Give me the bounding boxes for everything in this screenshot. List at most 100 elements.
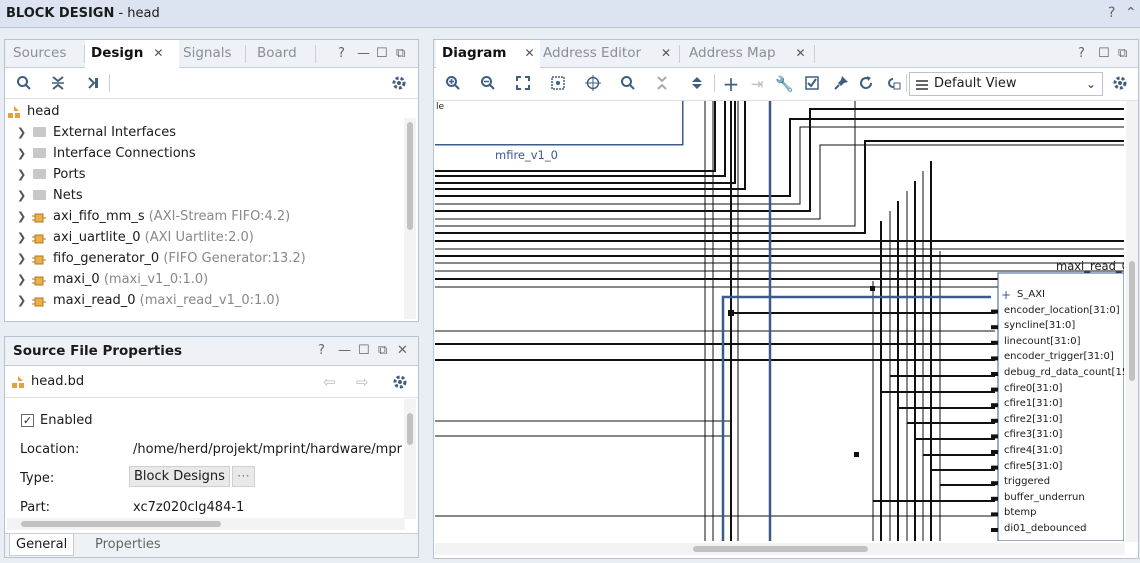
chevron-right-icon[interactable]: ❯ (17, 122, 26, 143)
port-pin (991, 512, 998, 517)
port-label[interactable]: cfire2[31:0] (1004, 414, 1062, 425)
tab-diagram[interactable]: Diagram ✕ (436, 40, 540, 68)
expand-icon[interactable] (688, 75, 706, 93)
chevron-right-icon[interactable]: ❯ (17, 248, 26, 269)
tab-sources[interactable]: Sources (7, 40, 66, 68)
zoom-out-icon[interactable] (479, 75, 497, 93)
chevron-right-icon[interactable]: ❯ (17, 269, 26, 290)
port-label[interactable]: S_AXI (1017, 289, 1045, 300)
tree-root[interactable]: head (5, 101, 404, 122)
design-tree: head ❯ External Interfaces ❯ Interface Conn… (5, 100, 404, 358)
mfire-block-label: mfire_v1_0 (495, 148, 558, 162)
close-icon[interactable]: ✕ (153, 46, 163, 60)
chevron-right-icon[interactable]: ❯ (17, 206, 26, 227)
tab-address-map[interactable]: Address Map ✕ (683, 40, 806, 68)
tab-signals[interactable]: Signals (177, 40, 232, 68)
pin-icon[interactable] (832, 75, 850, 93)
chevron-right-icon[interactable]: ❯ (17, 185, 26, 206)
target-icon[interactable] (584, 75, 602, 93)
collapse-icon[interactable] (653, 75, 671, 93)
restore-icon[interactable]: ☐ (376, 46, 388, 61)
tab-general[interactable]: General (9, 534, 75, 556)
float-icon[interactable]: ⧉ (396, 46, 405, 61)
expand-interface-icon[interactable]: + (1001, 288, 1011, 302)
port-label[interactable]: debug_rd_data_count[15: (1004, 367, 1124, 378)
restore-icon[interactable]: ☐ (1098, 46, 1110, 61)
port-label[interactable]: cfire1[31:0] (1004, 398, 1062, 409)
enabled-checkbox[interactable]: ✓ (21, 414, 34, 427)
tree-item[interactable]: ❯ axi_fifo_mm_s (AXI-Stream FIFO:4.2) (5, 206, 404, 227)
tree-item[interactable]: ❯ axi_uartlite_0 (AXI Uartlite:2.0) (5, 227, 404, 248)
port-label[interactable]: syncline[31:0] (1004, 320, 1075, 331)
properties-scrollbar[interactable] (404, 399, 416, 519)
properties-hscrollbar[interactable] (7, 518, 405, 530)
collapse-all-icon[interactable] (49, 75, 67, 93)
port-label[interactable]: buffer_underrun (1004, 492, 1085, 503)
help-icon[interactable]: ? (318, 343, 325, 358)
chevron-right-icon[interactable]: ❯ (17, 143, 26, 164)
help-icon[interactable]: ? (1108, 5, 1115, 21)
tree-item[interactable]: ❯ fifo_generator_0 (FIFO Generator:13.2) (5, 248, 404, 269)
port-label[interactable]: cfire4[31:0] (1004, 445, 1062, 456)
validate-icon[interactable] (803, 75, 821, 93)
restore-icon[interactable]: ☐ (358, 343, 370, 358)
more-button[interactable]: ⋯ (232, 466, 255, 487)
refresh-icon[interactable] (857, 75, 875, 93)
minimize-icon[interactable]: — (338, 343, 351, 358)
mfire-block[interactable]: le (435, 101, 683, 145)
port-label[interactable]: cfire3[31:0] (1004, 429, 1062, 440)
gear-icon[interactable] (390, 75, 408, 93)
diagram-hscrollbar[interactable] (435, 543, 1125, 555)
float-icon[interactable]: ⧉ (378, 343, 387, 358)
wrench-icon[interactable]: 🔧 (775, 75, 794, 93)
tab-address-editor[interactable]: Address Editor ✕ (537, 40, 671, 68)
back-arrow-icon[interactable]: ⇦ (323, 373, 336, 391)
fit-view-icon[interactable] (514, 75, 532, 93)
diagram-vscrollbar[interactable] (1126, 101, 1138, 542)
forward-arrow-icon[interactable]: ⇨ (356, 373, 369, 391)
diagram-canvas[interactable]: le mfire_v1_0 maxi_read_0 S_AXI + encoder_… (435, 101, 1124, 541)
gear-icon[interactable] (1111, 75, 1129, 93)
zoom-area-icon[interactable] (549, 75, 567, 93)
port-label[interactable]: encoder_trigger[31:0] (1004, 351, 1114, 362)
chevron-right-icon[interactable]: ❯ (17, 290, 26, 311)
tree-item-label: Ports (53, 167, 86, 182)
tree-item[interactable]: ❯ maxi_0 (maxi_v1_0:1.0) (5, 269, 404, 290)
tree-item[interactable]: ❯ Nets (5, 185, 404, 206)
close-icon[interactable]: ✕ (661, 46, 671, 60)
gear-icon[interactable] (392, 374, 408, 394)
port-label[interactable]: cfire0[31:0] (1004, 383, 1062, 394)
view-select[interactable]: Default View ⌄ (909, 72, 1103, 96)
chevron-right-icon[interactable]: ❯ (17, 227, 26, 248)
tree-item[interactable]: ❯ Interface Connections (5, 143, 404, 164)
collapse-icon[interactable]: ⌃ (1125, 5, 1137, 21)
minimize-icon[interactable]: — (357, 46, 370, 61)
port-label[interactable]: linecount[31:0] (1004, 336, 1081, 347)
tab-properties[interactable]: Properties (89, 534, 167, 556)
port-label[interactable]: btemp (1004, 507, 1037, 518)
close-icon[interactable]: ✕ (397, 343, 408, 358)
close-icon[interactable]: ✕ (524, 46, 534, 60)
port-label[interactable]: cfire5[31:0] (1004, 461, 1062, 472)
port-label[interactable]: encoder_location[31:0] (1004, 305, 1120, 316)
zoom-in-icon[interactable] (444, 75, 462, 93)
expand-all-icon[interactable] (84, 75, 102, 93)
float-icon[interactable]: ⧉ (1118, 46, 1127, 61)
tab-board[interactable]: Board (251, 40, 297, 68)
regenerate-layout-icon[interactable] (884, 75, 902, 93)
port-label[interactable]: di01_debounced (1004, 523, 1087, 534)
search-icon[interactable] (15, 75, 33, 93)
search-icon[interactable] (619, 75, 637, 93)
add-icon[interactable]: + (722, 74, 740, 94)
port-label[interactable]: triggered (1004, 476, 1050, 487)
close-icon[interactable]: ✕ (796, 46, 806, 60)
help-icon[interactable]: ? (1078, 46, 1085, 61)
tree-item[interactable]: ❯ External Interfaces (5, 122, 404, 143)
tree-item[interactable]: ❯ Ports (5, 164, 404, 185)
tab-design[interactable]: Design ✕ (85, 40, 179, 68)
help-icon[interactable]: ? (338, 46, 345, 61)
design-tree-scrollbar[interactable] (404, 118, 416, 319)
tree-item[interactable]: ❯ maxi_read_0 (maxi_read_v1_0:1.0) (5, 290, 404, 311)
connect-icon[interactable]: ⇥ (748, 75, 766, 93)
chevron-right-icon[interactable]: ❯ (17, 164, 26, 185)
